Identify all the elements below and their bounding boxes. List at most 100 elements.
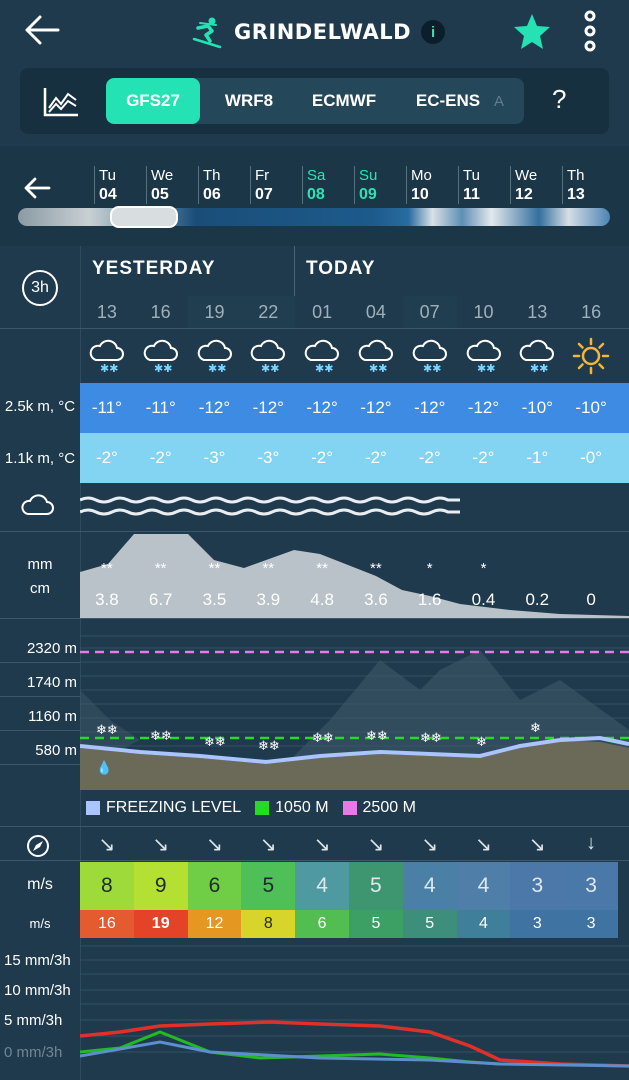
snow-cloud-icon: ✱✱ [466,339,501,375]
chart-view-icon[interactable] [42,86,80,118]
temp-cell: -10° [521,398,553,417]
day-column[interactable]: Fr 07 [250,166,290,204]
day-number: 11 [463,186,480,203]
location-title[interactable]: GRINDELWALD i [190,14,446,50]
timeline-handle[interactable] [110,206,178,228]
wind-unit: m/s [27,876,53,893]
model-tab-wrf8[interactable]: WRF8 [206,78,292,124]
day-number: 09 [359,186,377,203]
skier-icon [192,17,222,49]
svg-text:✱✱: ✱✱ [315,362,333,375]
svg-text:✱✱: ✱✱ [261,362,279,375]
windarrow: ↘ [98,834,116,856]
wind-speed-row: 8965454433 [80,862,629,910]
svg-text:❄: ❄ [476,735,487,750]
day-column[interactable]: Tu 11 [458,166,498,204]
day-column[interactable]: We 12 [510,166,550,204]
legend-label: FREEZING LEVEL [106,799,242,816]
snow-cloud-icon: ✱✱ [251,339,286,375]
svg-text:❄❄: ❄❄ [96,723,118,738]
hour-header: YESTERDAY TODAY 13 16 19 22 01 04 07 10 13 16 [80,246,629,328]
timeline-scrubber[interactable] [18,208,610,226]
day-column[interactable]: Sa 08 [302,166,342,204]
wind-cell: 3 [564,862,618,910]
snow-mark: ** [154,560,167,577]
snow-mark: * [480,560,487,577]
altitude-chart: ❄❄ ❄❄ ❄❄ ❄❄ ❄❄ ❄❄ ❄❄ ❄ ❄ 💧 2320 m 1740 m 1160 … [0,630,629,790]
wind-cell: 6 [187,862,242,910]
gust-cell: 5 [349,910,403,938]
interval-3h-button[interactable]: 3h [22,270,58,306]
windarrow: ↘ [313,834,331,856]
precip-value: 4.8 [310,590,334,609]
wind-cell: 8 [80,862,134,910]
legend-swatch [342,801,357,815]
rain-graph: 15 mm/3h 10 mm/3h 5 mm/3h 0 mm/3h [0,940,629,1080]
model-tab-gfs27[interactable]: GFS27 [106,78,200,124]
weather-icon-row: ✱✱ ✱✱ ✱✱ ✱✱ ✱✱ ✱✱ ✱✱ ✱✱ ✱✱ [80,330,629,382]
favorite-star-icon[interactable] [512,12,552,52]
model-tab-ec-ens[interactable]: EC-ENS [398,78,498,124]
altitude-label: 1740 m [26,674,77,691]
temp-cell: -0° [580,448,603,467]
day-number: 13 [567,186,585,203]
precip-unit-mm: mm [27,556,53,573]
svg-text:❄❄: ❄❄ [204,735,226,750]
cloud-cover-row [80,496,460,516]
model-tab-ecmwf[interactable]: ECMWF [296,78,392,124]
day-column[interactable]: Th 06 [198,166,238,204]
model-tabs: GFS27 WRF8 ECMWF EC-ENS A [106,78,524,124]
temp-cell: -12° [360,398,392,417]
day-column[interactable]: Su 09 [354,166,394,204]
gust-unit: m/s [29,916,51,931]
back-arrow-icon[interactable] [22,12,62,48]
svg-text:❄❄: ❄❄ [366,729,388,744]
gust-cell: 6 [295,910,349,938]
day-number: 04 [99,186,117,203]
info-icon[interactable]: i [421,20,446,44]
day-of-week: Su [359,167,378,184]
rain-axis-label: 0 mm/3h [4,1044,63,1061]
day-column[interactable]: Tu 04 [94,166,134,204]
legend-swatch [255,801,270,815]
temp-cell: -2° [364,448,387,467]
temp-cell: -12° [306,398,338,417]
day-column[interactable]: We 05 [146,166,186,204]
day-label-today: TODAY [306,258,376,279]
help-button[interactable]: ? [552,84,566,115]
top-bar: GRINDELWALD i [0,0,629,62]
scroll-left-arrow-icon[interactable] [22,176,52,200]
day-of-week: Tu [99,167,116,184]
temp-cell: -2° [472,448,495,467]
model-tab-more[interactable]: A [494,78,524,124]
windarrow: ↘ [152,834,170,856]
rain-axis-label: 15 mm/3h [4,952,71,969]
hour-cell: 22 [241,296,296,328]
wind-cell: 4 [456,862,511,910]
rain-axis-label: 5 mm/3h [4,1012,63,1029]
day-column[interactable]: Th 13 [562,166,602,204]
temp-1100-row: -2° -2° -3° -3° -2° -2° -2° -2° -1° -0° [80,433,629,483]
precip-value: 3.8 [95,590,119,609]
precip-value: 6.7 [148,590,173,609]
windarrow: ↘ [421,834,439,856]
temp-cell: -10° [575,398,607,417]
windarrow: ↘ [528,834,546,856]
legend-label: 2500 M [362,799,416,816]
row-divider [0,618,629,619]
hour-cell: 19 [187,296,242,328]
precip-value: 3.5 [202,590,227,609]
svg-text:❄❄: ❄❄ [312,731,334,746]
temp-cell: -12° [252,398,284,417]
day-column[interactable]: Mo 10 [406,166,446,204]
snow-mark: ** [316,560,328,577]
wind-cell: 4 [295,862,349,910]
precip-unit-cm: cm [30,580,50,597]
gust-cell: 5 [402,910,457,938]
day-label-yesterday: YESTERDAY [92,258,216,279]
wind-cell: 4 [402,862,457,910]
row-divider [0,764,80,765]
more-vert-icon[interactable] [580,10,600,52]
row-divider [0,328,629,329]
hour-cell: 16 [150,302,171,322]
